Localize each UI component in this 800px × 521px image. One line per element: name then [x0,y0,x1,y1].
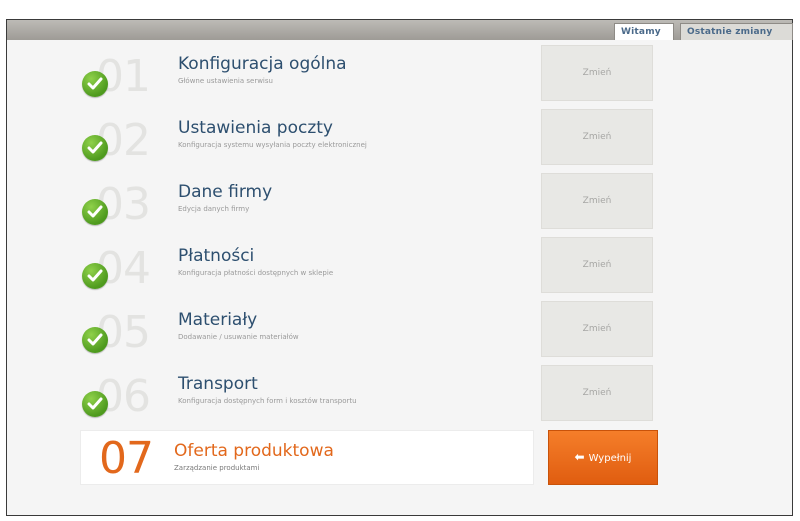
change-button[interactable]: Zmień [541,301,653,357]
tab-recent-changes[interactable]: Ostatnie zmiany [680,23,793,40]
change-button[interactable]: Zmień [541,109,653,165]
step-title: Dane firmy [178,182,273,202]
check-icon [82,71,108,97]
change-button[interactable]: Zmień [541,365,653,421]
check-icon [82,327,108,353]
fill-button[interactable]: ⬅ Wypełnij [548,430,658,485]
step-title: Płatności [178,246,255,266]
step-title: Materiały [178,310,258,330]
step-description: Konfiguracja płatności dostępnych w skle… [178,269,334,277]
step-title: Oferta produktowa [174,441,334,461]
step-row-5: 05 Materiały Dodawanie / usuwanie materi… [78,301,538,359]
change-button[interactable]: Zmień [541,45,653,101]
step-description: Dodawanie / usuwanie materiałów [178,333,299,341]
check-icon [82,199,108,225]
step-row-4: 04 Płatności Konfiguracja płatności dost… [78,237,538,295]
check-icon [82,263,108,289]
step-row-3: 03 Dane firmy Edycja danych firmy [78,173,538,231]
step-row-active: 07 Oferta produktowa Zarządzanie produkt… [80,430,534,485]
step-row-1: 01 Konfiguracja ogólna Główne ustawienia… [78,45,538,103]
step-description: Zarządzanie produktami [174,464,260,472]
change-button[interactable]: Zmień [541,173,653,229]
step-title: Ustawienia poczty [178,118,333,138]
check-icon [82,391,108,417]
tab-welcome[interactable]: Witamy [614,23,674,40]
step-title: Konfiguracja ogólna [178,54,347,74]
arrow-left-icon: ⬅ [574,450,585,464]
step-row-2: 02 Ustawienia poczty Konfiguracja system… [78,109,538,167]
step-row-6: 06 Transport Konfiguracja dostępnych for… [78,365,538,423]
step-description: Konfiguracja dostępnych form i kosztów t… [178,397,357,405]
check-icon [82,135,108,161]
step-description: Konfiguracja systemu wysyłania poczty el… [178,141,367,149]
step-number: 07 [99,433,154,484]
change-button[interactable]: Zmień [541,237,653,293]
top-bar: Witamy Ostatnie zmiany [7,20,793,40]
step-title: Transport [178,374,258,394]
fill-button-label: Wypełnij [588,453,632,464]
step-description: Główne ustawienia serwisu [178,77,273,85]
step-description: Edycja danych firmy [178,205,250,213]
